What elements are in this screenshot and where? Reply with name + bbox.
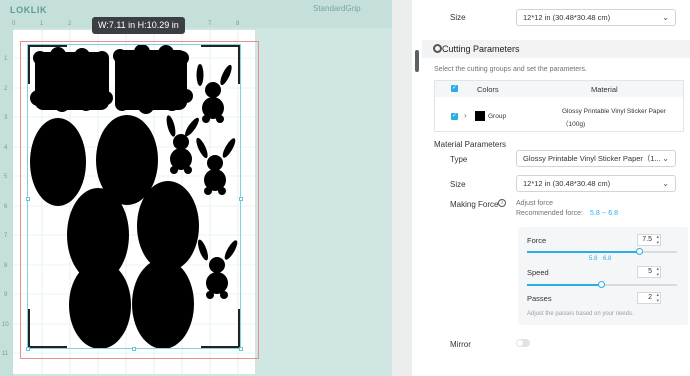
force-value: 7.5 xyxy=(642,236,652,243)
resize-handle[interactable] xyxy=(132,347,136,351)
colors-column-header: Colors xyxy=(477,85,499,94)
info-icon[interactable]: i xyxy=(498,199,506,207)
passes-value: 2 xyxy=(648,294,652,301)
recommended-force-label: Recommended force: xyxy=(516,210,583,217)
cutting-hint: Select the cutting groups and set the pa… xyxy=(434,66,587,73)
stepper-icon[interactable]: ▴ ▾ xyxy=(656,266,659,278)
group-label: Group xyxy=(488,113,507,120)
panel-divider xyxy=(392,0,412,376)
selection-box[interactable] xyxy=(27,44,241,349)
color-swatch xyxy=(475,111,485,121)
force-tick-high: 6.8 xyxy=(603,256,612,262)
group-material-weight: （100g) xyxy=(562,121,586,128)
material-size-select[interactable]: 12*12 in (30.48*30.48 cm) ⌄ xyxy=(516,175,676,192)
recommended-force-range: 5.8 -- 6.8 xyxy=(590,210,619,217)
size-label: Size xyxy=(450,13,466,22)
gear-icon xyxy=(433,44,442,53)
material-params-title: Material Parameters xyxy=(434,140,507,149)
cutting-parameters-title: Cutting Parameters xyxy=(442,44,520,54)
type-label: Type xyxy=(450,155,468,164)
cutting-parameters-header[interactable]: Cutting Parameters xyxy=(422,40,690,58)
speed-slider-fill xyxy=(527,284,602,286)
dimension-tooltip: W:7.11 in H:10.29 in xyxy=(92,17,185,34)
adjust-force-label: Adjust force xyxy=(516,200,553,207)
making-force-label: Making Force xyxy=(450,200,499,209)
material-size-value: 12*12 in (30.48*30.48 cm) xyxy=(523,179,611,188)
force-tick-low: 5.8 xyxy=(589,256,598,262)
speed-slider-knob[interactable] xyxy=(598,281,605,288)
size-select-value: 12*12 in (30.48*30.48 cm) xyxy=(523,13,611,22)
chevron-down-icon: ⌄ xyxy=(662,179,669,188)
size-label: Size xyxy=(450,180,466,189)
resize-handle[interactable] xyxy=(26,197,30,201)
material-column-header: Material xyxy=(591,85,618,94)
force-input[interactable]: 7.5 ▴ ▾ xyxy=(637,234,661,246)
stepper-icon[interactable]: ▴ ▾ xyxy=(656,292,659,304)
force-slider-fill xyxy=(527,251,640,253)
chevron-down-icon: ⌄ xyxy=(662,154,669,163)
passes-label: Passes xyxy=(527,294,552,303)
select-all-checkbox[interactable]: ✓ xyxy=(451,85,458,92)
type-select[interactable]: Glossy Printable Vinyl Sticker Paper（1..… xyxy=(516,150,676,167)
resize-handle[interactable] xyxy=(26,347,30,351)
passes-input[interactable]: 2 ▴ ▾ xyxy=(637,292,661,304)
resize-handle[interactable] xyxy=(239,197,243,201)
speed-label: Speed xyxy=(527,268,549,277)
settings-panel: Size 12*12 in (30.48*30.48 cm) ⌄ Cutting… xyxy=(422,0,690,376)
design-canvas[interactable]: 0 1 2 4 5 6 7 8 1 2 3 4 5 6 7 8 9 10 11 … xyxy=(0,0,392,376)
table-header xyxy=(435,81,683,97)
mirror-label: Mirror xyxy=(450,340,471,349)
scrollbar-thumb[interactable] xyxy=(415,50,419,72)
force-label: Force xyxy=(527,236,547,245)
group-checkbox[interactable]: ✓ xyxy=(451,113,458,120)
type-select-value: Glossy Printable Vinyl Sticker Paper（1..… xyxy=(523,154,661,163)
stepper-icon[interactable]: ▴ ▾ xyxy=(656,234,659,246)
force-slider-knob[interactable] xyxy=(635,248,643,255)
chevron-down-icon: ⌄ xyxy=(662,13,669,22)
group-material: Glossy Printable Vinyl Sticker Paper xyxy=(562,108,666,115)
chevron-right-icon[interactable]: › xyxy=(464,111,467,120)
size-select[interactable]: 12*12 in (30.48*30.48 cm) ⌄ xyxy=(516,9,676,26)
resize-handle[interactable] xyxy=(239,347,243,351)
app-window: 0 1 2 4 5 6 7 8 1 2 3 4 5 6 7 8 9 10 11 … xyxy=(0,0,690,376)
passes-hint: Adjust the passes based on your needs. xyxy=(527,311,634,317)
speed-input[interactable]: 5 ▴ ▾ xyxy=(637,266,661,278)
speed-value: 5 xyxy=(648,268,652,275)
mirror-toggle[interactable] xyxy=(516,339,530,347)
